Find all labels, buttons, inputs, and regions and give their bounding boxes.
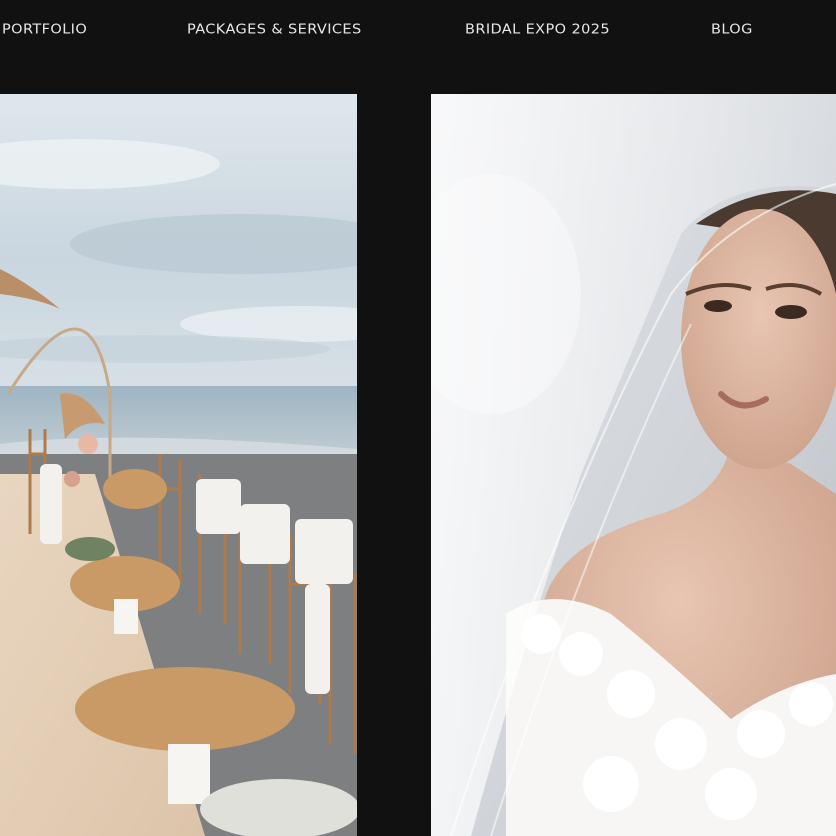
nav-link-blog[interactable]: BLOG — [711, 21, 753, 39]
nav-link-packages-services[interactable]: PACKAGES & SERVICES — [187, 21, 362, 39]
nav-link-bridal-expo[interactable]: BRIDAL EXPO 2025 — [465, 21, 610, 39]
bride-portrait-image — [431, 94, 836, 836]
nav-link-portfolio[interactable]: PORTFOLIO — [2, 21, 87, 39]
bride-portrait-photo[interactable] — [431, 94, 836, 836]
top-navigation: PORTFOLIO PACKAGES & SERVICES BRIDAL EXP… — [0, 0, 836, 94]
beach-ceremony-photo[interactable] — [0, 94, 357, 836]
beach-ceremony-image — [0, 94, 357, 836]
